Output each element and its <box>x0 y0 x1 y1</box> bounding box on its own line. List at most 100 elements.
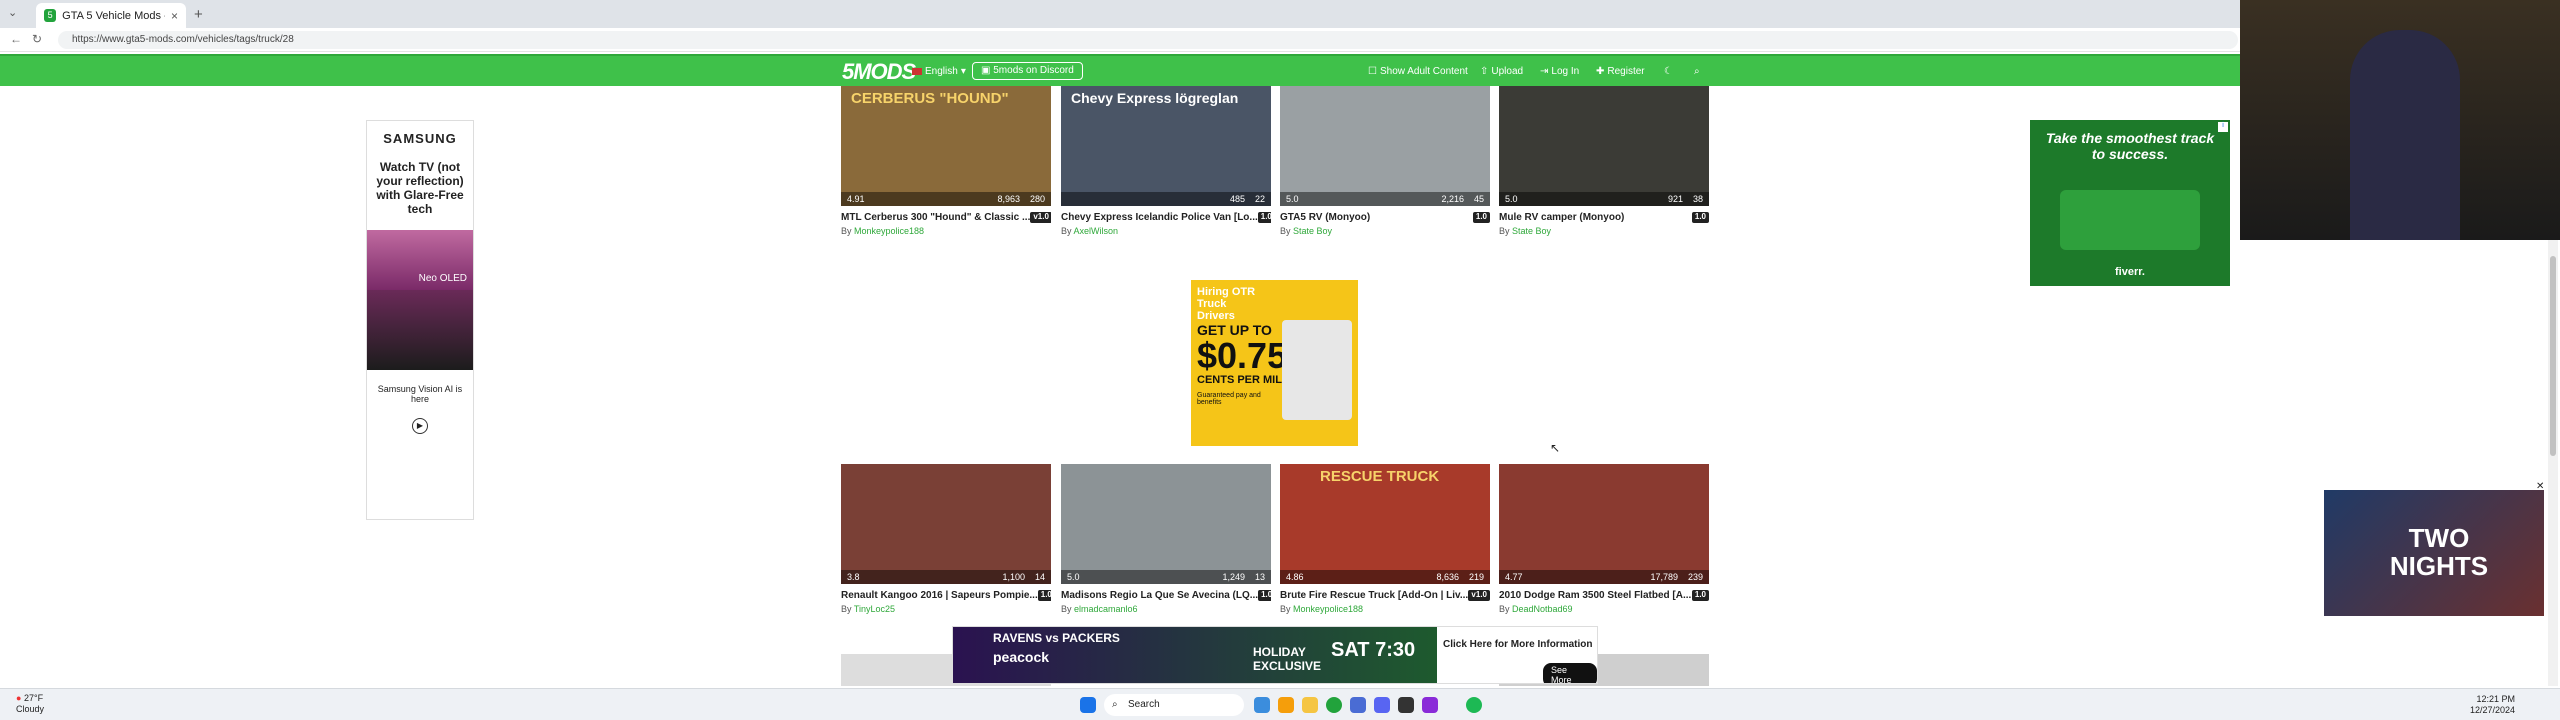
weather-icon: ● <box>16 693 22 703</box>
mod-card[interactable]: RESCUE TRUCK 4.86 8,636 219 Brute Fire Res… <box>1280 464 1490 614</box>
mod-thumbnail[interactable]: 5.0 2,216 45 <box>1280 86 1490 206</box>
mod-thumbnail[interactable]: Chevy Express lögreglan 485 22 <box>1061 86 1271 206</box>
two-nights-video-ad[interactable]: TWO NIGHTS <box>2324 490 2544 616</box>
fiverr-ad[interactable]: i Take the smoothest track to success. f… <box>2030 120 2230 286</box>
weather-temp: 27°F <box>23 693 44 703</box>
mod-stats: 4.77 17,789 239 <box>1499 570 1709 584</box>
login-icon: ⇥ <box>1540 66 1549 77</box>
mod-title[interactable]: 2010 Dodge Ram 3500 Steel Flatbed [A... <box>1499 590 1691 601</box>
mod-author[interactable]: State Boy <box>1512 226 1551 236</box>
peacock-match: RAVENS vs PACKERS <box>993 631 1120 645</box>
scrollbar-thumb[interactable] <box>2550 256 2556 456</box>
site-logo[interactable]: 5MODS <box>842 59 916 85</box>
samsung-ad[interactable]: SAMSUNG Watch TV (not your reflection) w… <box>366 120 474 520</box>
rating: 4.77 <box>1505 572 1523 582</box>
mod-title[interactable]: Renault Kangoo 2016 | Sapeurs Pompie... <box>841 590 1038 601</box>
weather-widget[interactable]: ● 27°F Cloudy <box>16 693 44 715</box>
login-label: Log In <box>1551 66 1580 77</box>
mod-thumbnail[interactable]: RESCUE TRUCK 4.86 8,636 219 <box>1280 464 1490 584</box>
likes: 38 <box>1692 194 1703 204</box>
discord-icon[interactable] <box>1374 697 1390 713</box>
mod-card[interactable]: 5.0 1,249 13 Madisons Regio La Que Se Avec… <box>1061 464 1271 614</box>
mod-thumbnail[interactable]: CERBERUS "HOUND" 4.91 8,963 280 <box>841 86 1051 206</box>
back-icon[interactable]: ← <box>10 32 22 46</box>
rating: 5.0 <box>1505 194 1518 204</box>
mod-thumbnail[interactable]: 4.77 17,789 239 <box>1499 464 1709 584</box>
app3-icon[interactable] <box>1422 697 1438 713</box>
dark-mode-icon[interactable]: ☾ <box>1664 66 1673 77</box>
downloads: 8,963 <box>997 194 1020 204</box>
language-label: English <box>925 66 958 77</box>
ad-choices-icon[interactable]: i <box>2218 122 2228 132</box>
folder-icon[interactable] <box>1302 697 1318 713</box>
mod-title[interactable]: Brute Fire Rescue Truck [Add-On | Liv... <box>1280 590 1468 601</box>
mod-author[interactable]: State Boy <box>1293 226 1332 236</box>
upload-link[interactable]: ⇧ Upload <box>1480 66 1523 77</box>
new-tab-icon[interactable]: + <box>194 6 203 23</box>
close-tab-icon[interactable]: × <box>171 9 178 23</box>
mod-author[interactable]: AxelWilson <box>1074 226 1119 236</box>
spotify-icon[interactable] <box>1466 697 1482 713</box>
peacock-ad[interactable]: RAVENS vs PACKERS peacock HOLIDAY EXCLUS… <box>952 626 1598 684</box>
rating: 3.8 <box>847 572 860 582</box>
tab-list-dropdown-icon[interactable]: ⌄ <box>8 6 17 19</box>
app-icon[interactable] <box>1350 697 1366 713</box>
mod-thumbnail[interactable]: 3.8 1,100 14 <box>841 464 1051 584</box>
downloads: 485 <box>1229 194 1245 204</box>
taskbar-search[interactable]: ⌕ Search <box>1104 694 1244 716</box>
version-badge: 1.0 <box>1258 590 1271 601</box>
samsung-ai-label: Samsung Vision AI is here <box>377 384 463 404</box>
login-link[interactable]: ⇥ Log In <box>1540 66 1579 77</box>
clock-date: 12/27/2024 <box>2470 705 2516 715</box>
close-ad-icon[interactable]: ✕ <box>2536 481 2544 492</box>
reload-icon[interactable]: ↻ <box>32 32 42 46</box>
mod-title[interactable]: GTA5 RV (Monyoo) <box>1280 212 1370 223</box>
discord-label: 5mods on Discord <box>993 65 1074 76</box>
peacock-ad-image: RAVENS vs PACKERS peacock HOLIDAY EXCLUS… <box>953 627 1437 683</box>
truck-drivers-ad[interactable]: Hiring OTR Truck Drivers GET UP TO $0.75… <box>1191 280 1358 446</box>
start-icon[interactable] <box>1080 697 1096 713</box>
browser-tab[interactable]: 5 GTA 5 Vehicle Mods - Truck - GTA5-Mods… <box>36 3 186 28</box>
mod-thumbnail[interactable]: 5.0 1,249 13 <box>1061 464 1271 584</box>
windows-taskbar: ● 27°F Cloudy ⌕ Search 12:21 PM 12/27/2024 <box>0 688 2560 720</box>
mod-card[interactable]: 5.0 2,216 45 GTA5 RV (Monyoo) 1.0 By State … <box>1280 86 1490 236</box>
edge-icon[interactable] <box>1254 697 1270 713</box>
fiverr-logo: fiverr. <box>2115 266 2145 278</box>
mod-card[interactable]: CERBERUS "HOUND" 4.91 8,963 280 MTL Cerber… <box>841 86 1051 236</box>
clock[interactable]: 12:21 PM 12/27/2024 <box>2470 694 2515 716</box>
discord-button[interactable]: ▣ 5mods on Discord <box>972 62 1083 80</box>
likes: 45 <box>1473 194 1484 204</box>
search-icon[interactable]: ⌕ <box>1694 66 1700 77</box>
show-adult-content-link[interactable]: ☐ Show Adult Content <box>1368 66 1468 77</box>
store-icon[interactable] <box>1278 697 1294 713</box>
mod-author[interactable]: DeadNotbad69 <box>1512 604 1573 614</box>
mod-title[interactable]: Madisons Regio La Que Se Avecina (LQ... <box>1061 590 1258 601</box>
truck-ad-hiring: Hiring OTR Truck Drivers <box>1197 286 1256 322</box>
chrome-icon[interactable] <box>1326 697 1342 713</box>
mod-author[interactable]: Monkeypolice188 <box>854 226 924 236</box>
samsung-image-bottom <box>367 290 473 370</box>
mod-card[interactable]: 5.0 921 38 Mule RV camper (Monyoo) 1.0 By S… <box>1499 86 1709 236</box>
register-link[interactable]: ✚ Register <box>1596 66 1645 77</box>
downloads: 17,789 <box>1650 572 1678 582</box>
mod-card[interactable]: 4.77 17,789 239 2010 Dodge Ram 3500 Steel … <box>1499 464 1709 614</box>
likes: 14 <box>1034 572 1045 582</box>
mod-author[interactable]: Monkeypolice188 <box>1293 604 1363 614</box>
mod-card[interactable]: Chevy Express lögreglan 485 22 Chevy Expr… <box>1061 86 1271 236</box>
mod-title[interactable]: Mule RV camper (Monyoo) <box>1499 212 1624 223</box>
peacock-click-text: Click Here for More Information <box>1443 639 1593 650</box>
mod-title[interactable]: MTL Cerberus 300 "Hound" & Classic ... <box>841 212 1030 223</box>
mod-author[interactable]: TinyLoc25 <box>854 604 895 614</box>
likes: 280 <box>1029 194 1045 204</box>
mod-stats: 3.8 1,100 14 <box>841 570 1051 584</box>
mod-title[interactable]: Chevy Express Icelandic Police Van [Lo..… <box>1061 212 1258 223</box>
mod-thumbnail[interactable]: 5.0 921 38 <box>1499 86 1709 206</box>
url-field[interactable]: https://www.gta5-mods.com/vehicles/tags/… <box>58 31 2238 49</box>
mod-card[interactable]: 3.8 1,100 14 Renault Kangoo 2016 | Sapeurs… <box>841 464 1051 614</box>
mod-author[interactable]: elmadcamanlo6 <box>1074 604 1138 614</box>
language-selector[interactable]: English ▾ <box>912 66 966 77</box>
play-icon[interactable]: ▶ <box>412 418 428 434</box>
see-more-button[interactable]: See More <box>1543 663 1597 683</box>
app2-icon[interactable] <box>1398 697 1414 713</box>
version-badge: 1.0 <box>1257 212 1271 223</box>
